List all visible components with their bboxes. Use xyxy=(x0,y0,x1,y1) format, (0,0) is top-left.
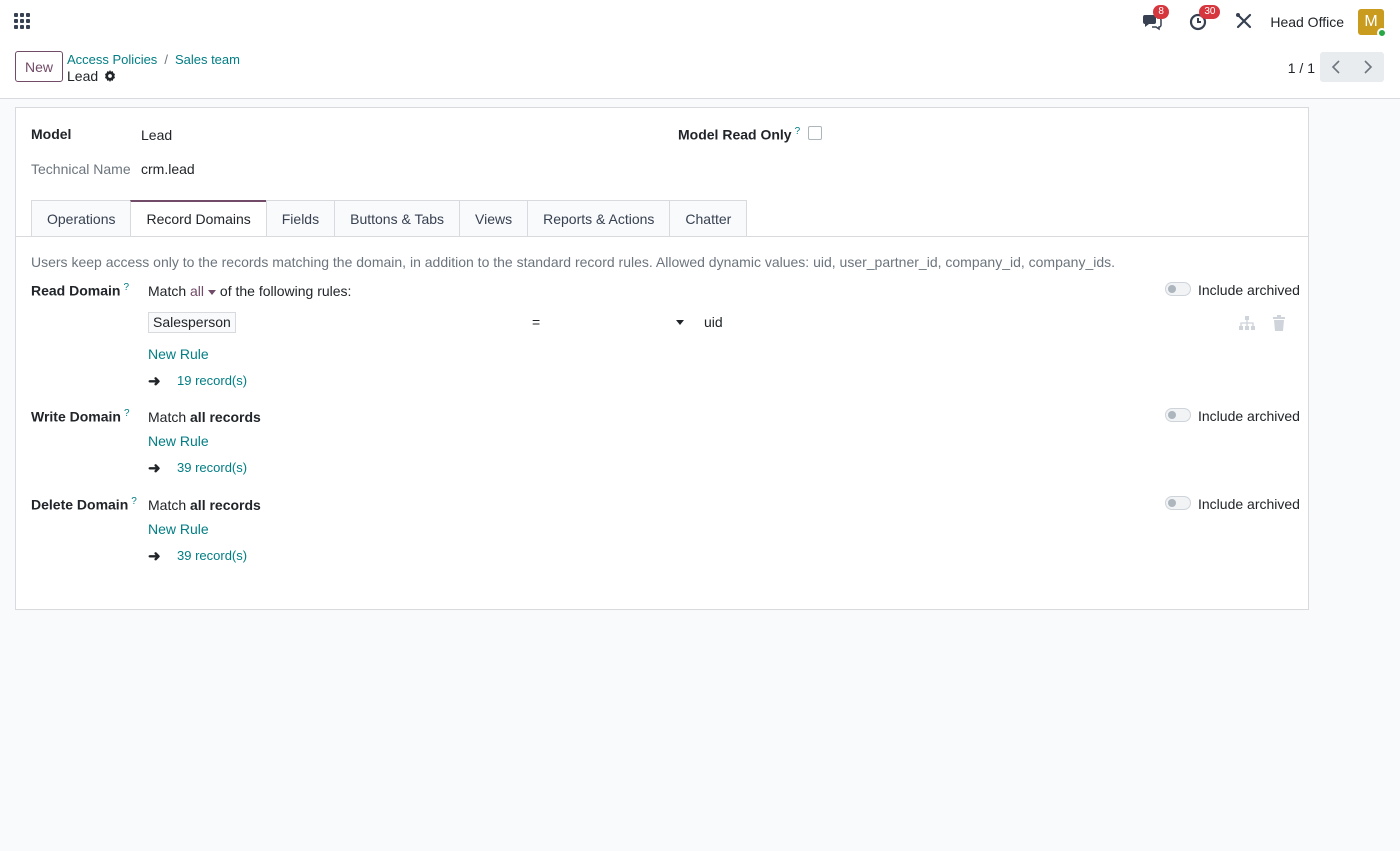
write-domain-label: Write Domain? xyxy=(31,408,130,425)
breadcrumb-sales-team[interactable]: Sales team xyxy=(175,52,240,67)
gear-icon[interactable] xyxy=(104,70,116,82)
technical-name-value: crm.lead xyxy=(141,161,195,177)
trash-icon[interactable] xyxy=(1270,314,1288,332)
chevron-left-icon xyxy=(1331,60,1340,74)
read-new-rule-link[interactable]: New Rule xyxy=(148,346,209,362)
operator-caret-icon[interactable] xyxy=(676,320,684,325)
new-button[interactable]: New xyxy=(15,51,63,82)
tab-operations[interactable]: Operations xyxy=(31,200,131,237)
company-switcher[interactable]: Head Office xyxy=(1270,14,1344,30)
match-prefix: Match xyxy=(148,497,187,513)
match-all-records: all records xyxy=(190,497,261,513)
write-records-count[interactable]: 39 record(s) xyxy=(177,460,247,475)
model-value: Lead xyxy=(141,127,173,143)
activities-clock-icon[interactable]: 30 xyxy=(1188,5,1221,33)
notebook-tabs: Operations Record Domains Fields Buttons… xyxy=(31,200,748,237)
messages-badge: 8 xyxy=(1153,5,1169,19)
tab-views[interactable]: Views xyxy=(459,200,528,237)
activities-badge: 30 xyxy=(1199,5,1221,19)
delete-domain-text: Delete Domain xyxy=(31,496,129,513)
tab-record-domains[interactable]: Record Domains xyxy=(130,200,266,237)
match-prefix: Match xyxy=(148,409,187,425)
breadcrumb: Access Policies / Sales team xyxy=(67,52,240,67)
sitemap-icon[interactable] xyxy=(1238,314,1256,332)
match-prefix: Match xyxy=(148,283,187,299)
breadcrumb-access-policies[interactable]: Access Policies xyxy=(67,52,157,67)
help-icon[interactable]: ? xyxy=(131,496,137,507)
help-icon[interactable]: ? xyxy=(795,126,801,137)
read-include-archived-label: Include archived xyxy=(1198,282,1300,298)
technical-name-label: Technical Name xyxy=(31,161,131,177)
rule-value[interactable]: uid xyxy=(704,314,723,330)
read-domain-label: Read Domain? xyxy=(31,282,129,299)
delete-domain-label: Delete Domain? xyxy=(31,496,137,513)
write-new-rule-link[interactable]: New Rule xyxy=(148,433,209,449)
read-domain-match: Match all of the following rules: xyxy=(148,283,351,299)
match-all-records: all records xyxy=(190,409,261,425)
tab-fields[interactable]: Fields xyxy=(265,200,335,237)
delete-new-rule-link[interactable]: New Rule xyxy=(148,521,209,537)
arrow-right-icon: ➜ xyxy=(148,373,161,390)
record-title: Lead xyxy=(67,68,99,84)
match-suffix: of the following rules: xyxy=(219,283,352,299)
model-label: Model xyxy=(31,126,72,142)
tab-chatter[interactable]: Chatter xyxy=(669,200,748,237)
read-records-count[interactable]: 19 record(s) xyxy=(177,373,247,388)
write-include-archived-toggle[interactable] xyxy=(1165,408,1191,422)
form-sheet: Model Lead Technical Name crm.lead Model… xyxy=(15,107,1309,610)
match-selector-value: all xyxy=(190,283,205,299)
tabs-divider xyxy=(16,236,1308,237)
read-domain-text: Read Domain xyxy=(31,282,121,299)
write-domain-match: Match all records xyxy=(148,409,261,425)
navbar-systray: 8 30 Head Office M xyxy=(1118,0,1387,44)
debug-tools-icon[interactable] xyxy=(1234,11,1256,33)
messages-icon[interactable]: 8 xyxy=(1142,5,1169,33)
caret-down-icon xyxy=(208,289,217,295)
model-read-only-checkbox[interactable] xyxy=(808,126,822,140)
breadcrumb-separator: / xyxy=(164,52,168,67)
avatar-initial: M xyxy=(1364,13,1378,30)
match-selector[interactable]: all xyxy=(190,283,217,299)
arrow-right-icon: ➜ xyxy=(148,460,161,477)
help-icon[interactable]: ? xyxy=(124,408,130,419)
delete-records-count[interactable]: 39 record(s) xyxy=(177,548,247,563)
rule-field-path[interactable]: Salesperson xyxy=(148,312,236,333)
write-domain-text: Write Domain xyxy=(31,408,121,425)
app-menu-icon[interactable] xyxy=(14,13,30,29)
help-icon[interactable]: ? xyxy=(123,282,129,293)
pager-next-button[interactable] xyxy=(1352,52,1384,82)
model-read-only-label: Model Read Only? xyxy=(678,126,800,143)
record-title-row: Lead xyxy=(67,68,116,84)
tab-buttons-tabs[interactable]: Buttons & Tabs xyxy=(334,200,460,237)
online-status-icon xyxy=(1377,28,1387,38)
delete-domain-match: Match all records xyxy=(148,497,261,513)
arrow-right-icon: ➜ xyxy=(148,548,161,565)
chevron-right-icon xyxy=(1364,60,1373,74)
write-include-archived-label: Include archived xyxy=(1198,408,1300,424)
read-include-archived-toggle[interactable] xyxy=(1165,282,1191,296)
rule-operator[interactable]: = xyxy=(532,314,540,330)
top-navbar: 8 30 Head Office M xyxy=(0,0,1400,44)
pager-previous-button[interactable] xyxy=(1320,52,1352,82)
record-domains-description: Users keep access only to the records ma… xyxy=(31,254,1116,270)
user-avatar[interactable]: M xyxy=(1358,9,1387,38)
model-read-only-text: Model Read Only xyxy=(678,126,792,143)
delete-include-archived-toggle[interactable] xyxy=(1165,496,1191,510)
pager-value[interactable]: 1 / 1 xyxy=(1288,60,1315,76)
control-panel: New Access Policies / Sales team Lead 1 / … xyxy=(0,44,1400,99)
tab-reports-actions[interactable]: Reports & Actions xyxy=(527,200,670,237)
delete-include-archived-label: Include archived xyxy=(1198,496,1300,512)
